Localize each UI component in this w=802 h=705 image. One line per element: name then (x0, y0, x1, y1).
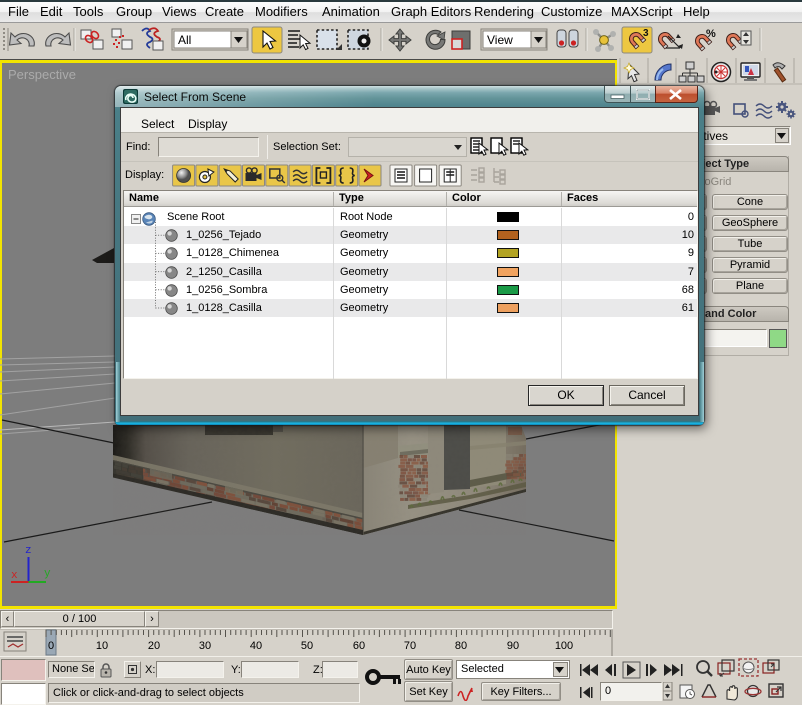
svg-text:x: x (11, 570, 18, 582)
svg-text:y: y (44, 568, 51, 580)
svg-text:All: All (178, 33, 191, 47)
svg-text:z: z (25, 545, 32, 557)
svg-text:%: % (706, 28, 716, 40)
svg-text:3: 3 (643, 28, 649, 39)
svg-text:View: View (487, 33, 513, 47)
